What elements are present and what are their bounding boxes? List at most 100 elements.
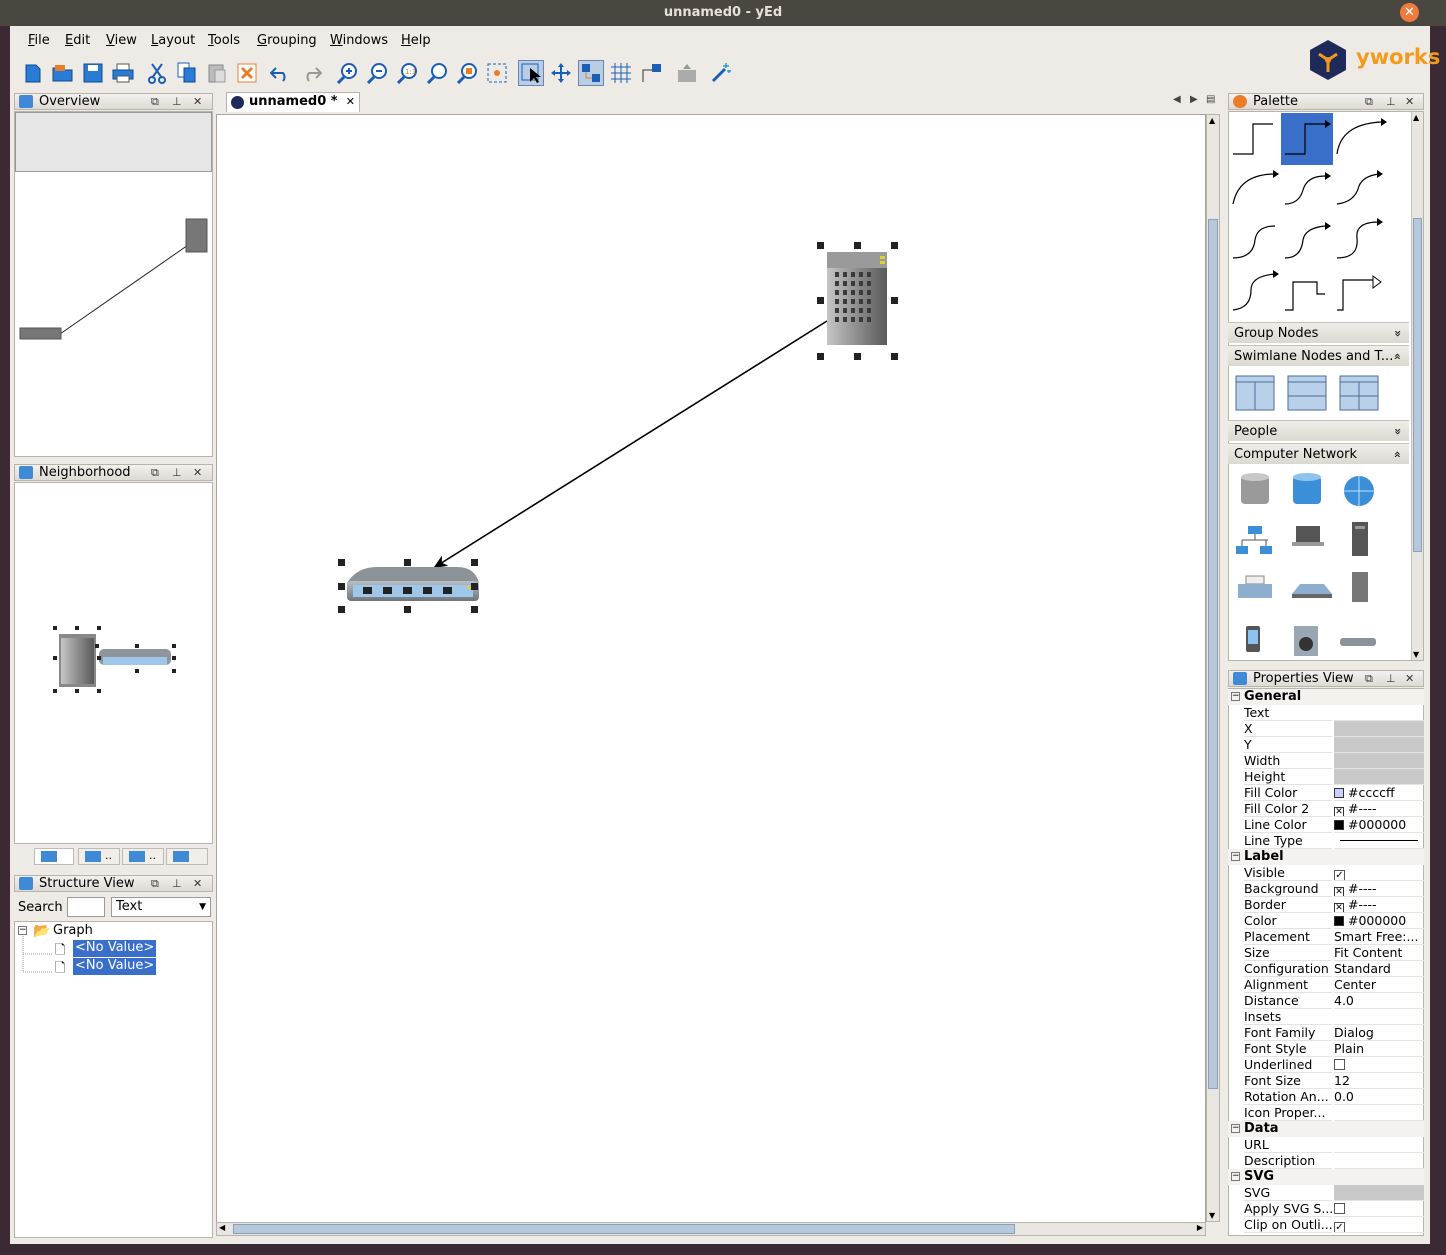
neighborhood-pin-icon[interactable]: ⊥ (172, 465, 182, 480)
properties-float-icon[interactable]: ⧉ (1365, 671, 1373, 686)
menu-tools[interactable]: Tools (208, 33, 240, 48)
palette-section-group-nodes[interactable]: Group Nodes» (1228, 322, 1409, 343)
property-row[interactable]: Rotation An... 0.0 (1228, 1089, 1424, 1105)
undo-icon[interactable] (268, 60, 294, 86)
property-row[interactable]: Font Style Plain (1228, 1041, 1424, 1057)
menu-view[interactable]: View (106, 33, 137, 48)
zoom-in-icon[interactable] (334, 60, 360, 86)
menu-help[interactable]: Help (401, 33, 431, 48)
fit-content-icon[interactable] (484, 60, 510, 86)
property-row[interactable]: URL (1228, 1137, 1424, 1153)
scroll-down-icon[interactable]: ▼ (1413, 650, 1419, 659)
properties-section-label[interactable]: − Label (1228, 849, 1424, 865)
properties-close-icon[interactable]: ✕ (1405, 671, 1414, 686)
tab-scroll-left-icon[interactable]: ◀ (1173, 94, 1181, 105)
palette-section-computer-network[interactable]: Computer Network» (1228, 443, 1409, 464)
collapse-toggle[interactable]: − (1231, 1172, 1240, 1181)
properties-section-general[interactable]: − General (1228, 689, 1424, 705)
scroll-up-icon[interactable]: ▲ (1413, 113, 1419, 122)
property-row[interactable]: Size Fit Content (1228, 945, 1424, 961)
neighborhood-float-icon[interactable]: ⧉ (151, 465, 159, 480)
property-row[interactable]: Line Color #000000 (1228, 817, 1424, 833)
save-icon[interactable] (80, 60, 106, 86)
selection-handle[interactable] (471, 606, 478, 613)
property-row[interactable]: Insets (1228, 1009, 1424, 1025)
menu-grouping[interactable]: Grouping (257, 33, 317, 48)
menu-windows[interactable]: Windows (330, 33, 388, 48)
structure-float-icon[interactable]: ⧉ (151, 876, 159, 891)
property-row[interactable]: Background ✕ #---- (1228, 881, 1424, 897)
close-window-button[interactable]: ✕ (1400, 3, 1419, 22)
property-row[interactable]: Icon Proper... (1228, 1105, 1424, 1121)
property-row[interactable]: Line Type (1228, 833, 1424, 849)
document-tab-close-icon[interactable]: ✕ (346, 93, 355, 111)
property-row[interactable]: Apply SVG S... (1228, 1201, 1424, 1217)
selection-handle[interactable] (817, 242, 824, 249)
canvas-vertical-scrollbar[interactable]: ▲ ▼ (1206, 114, 1220, 1222)
property-row[interactable]: Underlined (1228, 1057, 1424, 1073)
palette-float-icon[interactable]: ⧉ (1365, 94, 1373, 109)
property-row[interactable]: Visible ✓ (1228, 865, 1424, 881)
property-row[interactable]: Configuration Standard (1228, 961, 1424, 977)
underlined-checkbox[interactable] (1334, 1059, 1345, 1070)
properties-section-data[interactable]: − Data (1228, 1121, 1424, 1137)
property-row[interactable]: Height (1228, 769, 1424, 785)
palette-scroll-thumb[interactable] (1413, 218, 1422, 552)
property-row[interactable]: Y (1228, 737, 1424, 753)
property-row[interactable]: Clip on Outli... ✓ (1228, 1217, 1424, 1233)
selection-handle[interactable] (338, 606, 345, 613)
property-row[interactable]: Description (1228, 1153, 1424, 1169)
property-row[interactable]: Font Size 12 (1228, 1073, 1424, 1089)
snap-icon[interactable] (578, 60, 604, 86)
overview-float-icon[interactable]: ⧉ (151, 94, 159, 109)
palette-section-people[interactable]: People» (1228, 420, 1409, 441)
scroll-right-icon[interactable]: ▶ (1197, 1223, 1203, 1232)
selection-handle[interactable] (891, 242, 898, 249)
palette-section-swimlane[interactable]: Swimlane Nodes and T...» (1228, 345, 1409, 366)
grid-icon[interactable] (608, 60, 634, 86)
zoom-selection-icon[interactable] (454, 60, 480, 86)
selection-handle[interactable] (817, 297, 824, 304)
property-row[interactable]: Distance 4.0 (1228, 993, 1424, 1009)
property-row[interactable]: Font Family Dialog (1228, 1025, 1424, 1041)
graph-canvas[interactable] (216, 114, 1206, 1236)
vertical-scroll-thumb[interactable] (1208, 219, 1218, 1089)
zoom-fit-icon[interactable] (424, 60, 450, 86)
selection-handle[interactable] (338, 583, 345, 590)
selection-handle[interactable] (404, 559, 411, 566)
open-folder-icon[interactable] (50, 60, 76, 86)
network-shapes[interactable] (1228, 466, 1409, 662)
properties-pin-icon[interactable]: ⊥ (1386, 671, 1396, 686)
scroll-left-icon[interactable]: ◀ (219, 1223, 225, 1232)
neighborhood-tab-4[interactable] (166, 848, 208, 865)
delete-icon[interactable] (234, 60, 260, 86)
tab-scroll-right-icon[interactable]: ▶ (1190, 94, 1198, 105)
tree-item[interactable]: <No Value> (73, 940, 157, 957)
property-row[interactable]: Alignment Center (1228, 977, 1424, 993)
clip-on-outline-checkbox[interactable]: ✓ (1334, 1222, 1345, 1232)
menu-layout[interactable]: Layout (151, 33, 195, 48)
search-input[interactable] (67, 897, 105, 917)
property-row[interactable]: Color #000000 (1228, 913, 1424, 929)
neighborhood-tab-1[interactable] (34, 848, 74, 865)
structure-pin-icon[interactable]: ⊥ (172, 876, 182, 891)
overview-pin-icon[interactable]: ⊥ (172, 94, 182, 109)
property-row[interactable]: SVG (1228, 1185, 1424, 1201)
selection-handle[interactable] (338, 559, 345, 566)
property-row[interactable]: Text (1228, 705, 1424, 721)
filter-select[interactable]: Text ▼ (111, 897, 211, 917)
edge-styles-grid[interactable] (1229, 112, 1409, 322)
scroll-down-icon[interactable]: ▼ (1209, 1211, 1215, 1220)
property-row[interactable]: Fill Color 2 ✕ #---- (1228, 801, 1424, 817)
selection-handle[interactable] (891, 297, 898, 304)
collapse-toggle[interactable]: − (1231, 1124, 1240, 1133)
pan-mode-icon[interactable] (548, 60, 574, 86)
zoom-actual-icon[interactable]: 1:1 (394, 60, 420, 86)
tree-item[interactable]: <No Value> (73, 958, 157, 975)
palette-scrollbar[interactable]: ▲ ▼ (1411, 112, 1423, 660)
tab-list-icon[interactable]: ▤ (1206, 94, 1215, 105)
property-row[interactable]: X (1228, 721, 1424, 737)
neighborhood-close-icon[interactable]: ✕ (193, 465, 202, 480)
property-row[interactable]: Placement Smart Free:... (1228, 929, 1424, 945)
overview-panel[interactable] (14, 111, 213, 457)
